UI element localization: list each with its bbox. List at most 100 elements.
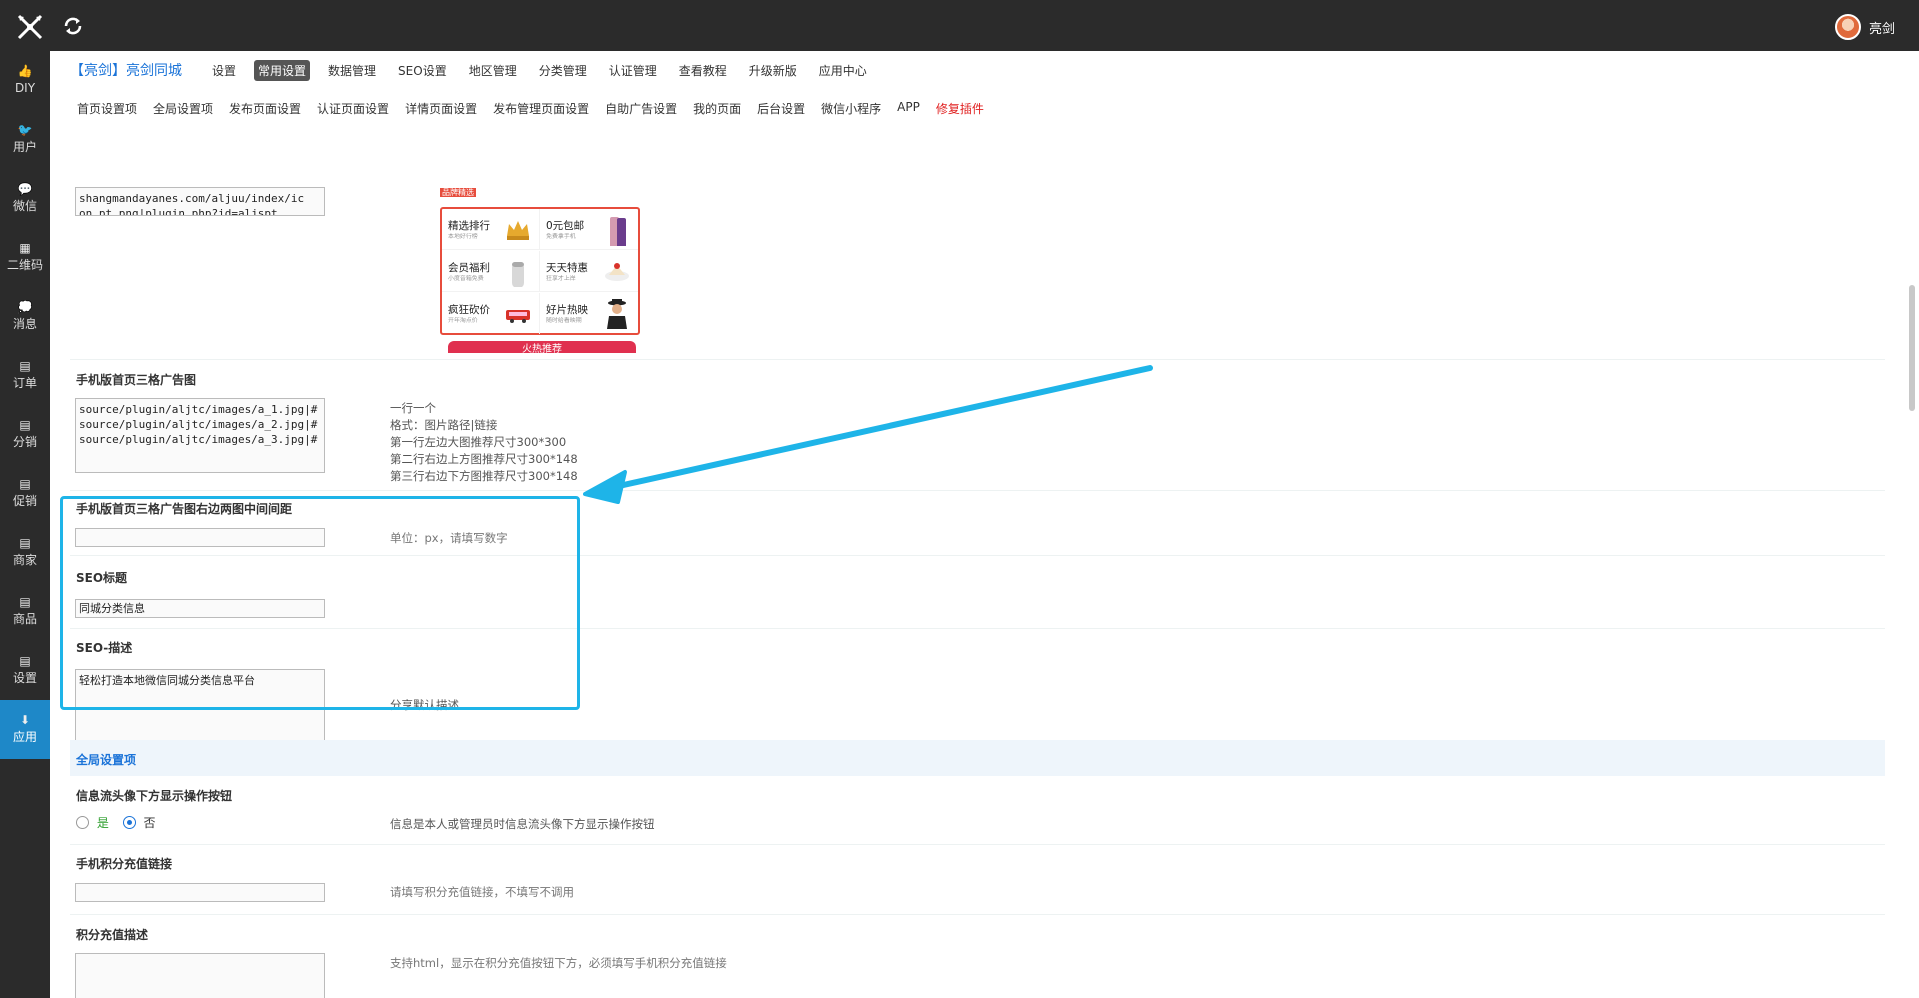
tab-mini-program[interactable]: 微信小程序 [821,100,881,117]
top-bar: 亮剑 [0,0,1919,51]
ad-cell: 天天特惠 狂享才上岸 [540,251,638,292]
sidebar-item-label: 促销 [12,494,37,508]
person-icon [607,299,627,329]
sidebar-item-label: 设置 [12,671,37,685]
nav-tutorial[interactable]: 查看教程 [675,60,731,81]
ad-cell-subtitle: 本地好行榜 [448,232,478,240]
tab-detail-page[interactable]: 详情页面设置 [405,100,477,117]
bird-icon: 🐦 [17,123,33,137]
sidebar-item-orders[interactable]: ▤ 订单 [0,346,50,405]
radio-yes-label: 是 [96,816,109,830]
section-header-global: 全局设置项 [70,740,1885,776]
sidebar-item-label: 应用 [12,730,37,744]
sidebar-item-label: 微信 [12,199,37,213]
crossed-swords-logo-icon[interactable] [16,14,44,44]
document-icon: ▤ [19,359,31,373]
nav-settings[interactable]: 设置 [208,60,240,81]
tab-repair-plugin[interactable]: 修复插件 [936,100,984,117]
form-row-nav-links: shangmandayanes.com/aljuu/index/ic on_pt… [70,131,1885,360]
ad-cell-subtitle: 随时给看映期 [546,316,582,324]
document-icon: ▤ [19,654,31,668]
ad-cell-title: 好片热映 [546,304,588,316]
phone-icon [610,217,626,246]
three-grid-textarea[interactable]: source/plugin/aljtc/images/a_1.jpg|# sou… [75,398,325,473]
tab-app[interactable]: APP [897,100,920,117]
ad-grid: 精选排行 本地好行榜 0元包邮 免费拿手机 会员福利 小度音箱免费 天天特惠 狂享才上岸… [440,207,640,335]
ad-cell-title: 0元包邮 [546,220,585,232]
sidebar-item-label: 订单 [12,376,37,390]
recharge-link-input[interactable] [75,883,325,902]
sidebar-item-label: 二维码 [6,258,43,272]
sidebar-item-merchants[interactable]: ▤ 商家 [0,523,50,582]
ad-cell-title: 会员福利 [448,262,490,274]
sidebar-item-apps[interactable]: ⬇ 应用 [0,700,50,759]
username: 亮剑 [1868,21,1895,37]
tab-publish-page[interactable]: 发布页面设置 [229,100,301,117]
highlight-box [60,496,580,710]
show-buttons-radio-group: 是 否 [76,814,156,831]
brand-link[interactable]: 【亮剑】亮剑同城 [70,60,182,80]
ad-bottom-banner: 火热推荐 [448,341,636,353]
avatar[interactable] [1834,14,1861,40]
scrollbar-thumb[interactable] [1909,285,1915,411]
recharge-desc-textarea[interactable] [75,953,325,998]
ad-preview-header: 品牌精选 [440,188,476,197]
sidebar: 👍 DIY 🐦 用户 💬 微信 ▦ 二维码 💭 消息 ▤ 订单 ▤ 分销 ▤ 促销 ▤ 商家 ▤ 商… [0,51,50,998]
nav-category-management[interactable]: 分类管理 [535,60,591,81]
tab-home-settings[interactable]: 首页设置项 [77,100,137,117]
sidebar-item-users[interactable]: 🐦 用户 [0,110,50,169]
nav-data-management[interactable]: 数据管理 [324,60,380,81]
sidebar-item-diy[interactable]: 👍 DIY [0,51,50,110]
bus-icon [506,310,530,323]
ad-cell: 好片热映 随时给看映期 [540,293,638,334]
ad-preview-image: 品牌精选 精选排行 本地好行榜 0元包邮 免费拿手机 会员福利 小度音箱免费 天天特惠… [440,155,640,335]
tab-verification-page[interactable]: 认证页面设置 [317,100,389,117]
sidebar-item-distribution[interactable]: ▤ 分销 [0,405,50,464]
radio-no[interactable] [122,816,136,829]
three-grid-tip: 一行一个 格式：图片路径|链接 第一行左边大图推荐尺寸300*300 第二行右边… [390,401,578,483]
sidebar-item-label: 消息 [12,317,37,331]
primary-nav: 【亮剑】亮剑同城 设置 常用设置 数据管理 SEO设置 地区管理 分类管理 认证… [70,59,885,81]
download-icon: ⬇ [19,713,31,727]
tab-global-settings[interactable]: 全局设置项 [153,100,213,117]
radio-no-label: 否 [143,816,156,830]
radio-yes[interactable] [76,816,89,829]
document-icon: ▤ [19,536,31,550]
nav-verification-management[interactable]: 认证管理 [605,60,661,81]
nav-region-management[interactable]: 地区管理 [465,60,521,81]
tab-publish-manage-page[interactable]: 发布管理页面设置 [493,100,589,117]
nav-common-settings[interactable]: 常用设置 [254,59,311,81]
secondary-nav: 首页设置项 全局设置项 发布页面设置 认证页面设置 详情页面设置 发布管理页面设… [77,100,1000,117]
nav-upgrade[interactable]: 升级新版 [745,60,801,81]
tab-backend-settings[interactable]: 后台设置 [757,100,805,117]
sidebar-item-label: DIY [14,81,36,95]
recharge-desc-label: 积分充值描述 [76,928,149,942]
nav-app-center[interactable]: 应用中心 [815,60,871,81]
tab-my-page[interactable]: 我的页面 [693,100,741,117]
document-icon: ▤ [19,418,31,432]
tab-self-ads[interactable]: 自助广告设置 [605,100,677,117]
sidebar-item-label: 商品 [12,612,37,626]
recharge-link-tip: 请填写积分充值链接，不填写不调用 [390,885,574,899]
ad-cell: 疯狂砍价 开年淘点价 [442,293,540,334]
sidebar-item-qrcode[interactable]: ▦ 二维码 [0,228,50,287]
sidebar-item-products[interactable]: ▤ 商品 [0,582,50,641]
sidebar-item-promotion[interactable]: ▤ 促销 [0,464,50,523]
recharge-link-label: 手机积分充值链接 [76,857,173,871]
sidebar-item-messages[interactable]: 💭 消息 [0,287,50,346]
qrcode-icon: ▦ [19,241,31,255]
refresh-icon[interactable] [62,15,84,41]
sidebar-item-wechat[interactable]: 💬 微信 [0,169,50,228]
show-buttons-label: 信息流头像下方显示操作按钮 [76,789,233,803]
nav-seo-settings[interactable]: SEO设置 [394,60,451,81]
user-menu[interactable]: 亮剑 [1834,14,1895,40]
ad-cell-subtitle: 开年淘点价 [448,316,478,324]
sidebar-item-settings[interactable]: ▤ 设置 [0,641,50,700]
wechat-icon: 💬 [17,182,33,196]
sidebar-item-label: 商家 [12,553,37,567]
main-content: 【亮剑】亮剑同城 设置 常用设置 数据管理 SEO设置 地区管理 分类管理 认证… [50,51,1919,998]
sidebar-item-label: 用户 [12,140,37,154]
cake-icon [605,263,629,281]
nav-links-textarea[interactable]: shangmandayanes.com/aljuu/index/ic on_pt… [75,187,325,216]
ad-cell: 会员福利 小度音箱免费 [442,251,540,292]
